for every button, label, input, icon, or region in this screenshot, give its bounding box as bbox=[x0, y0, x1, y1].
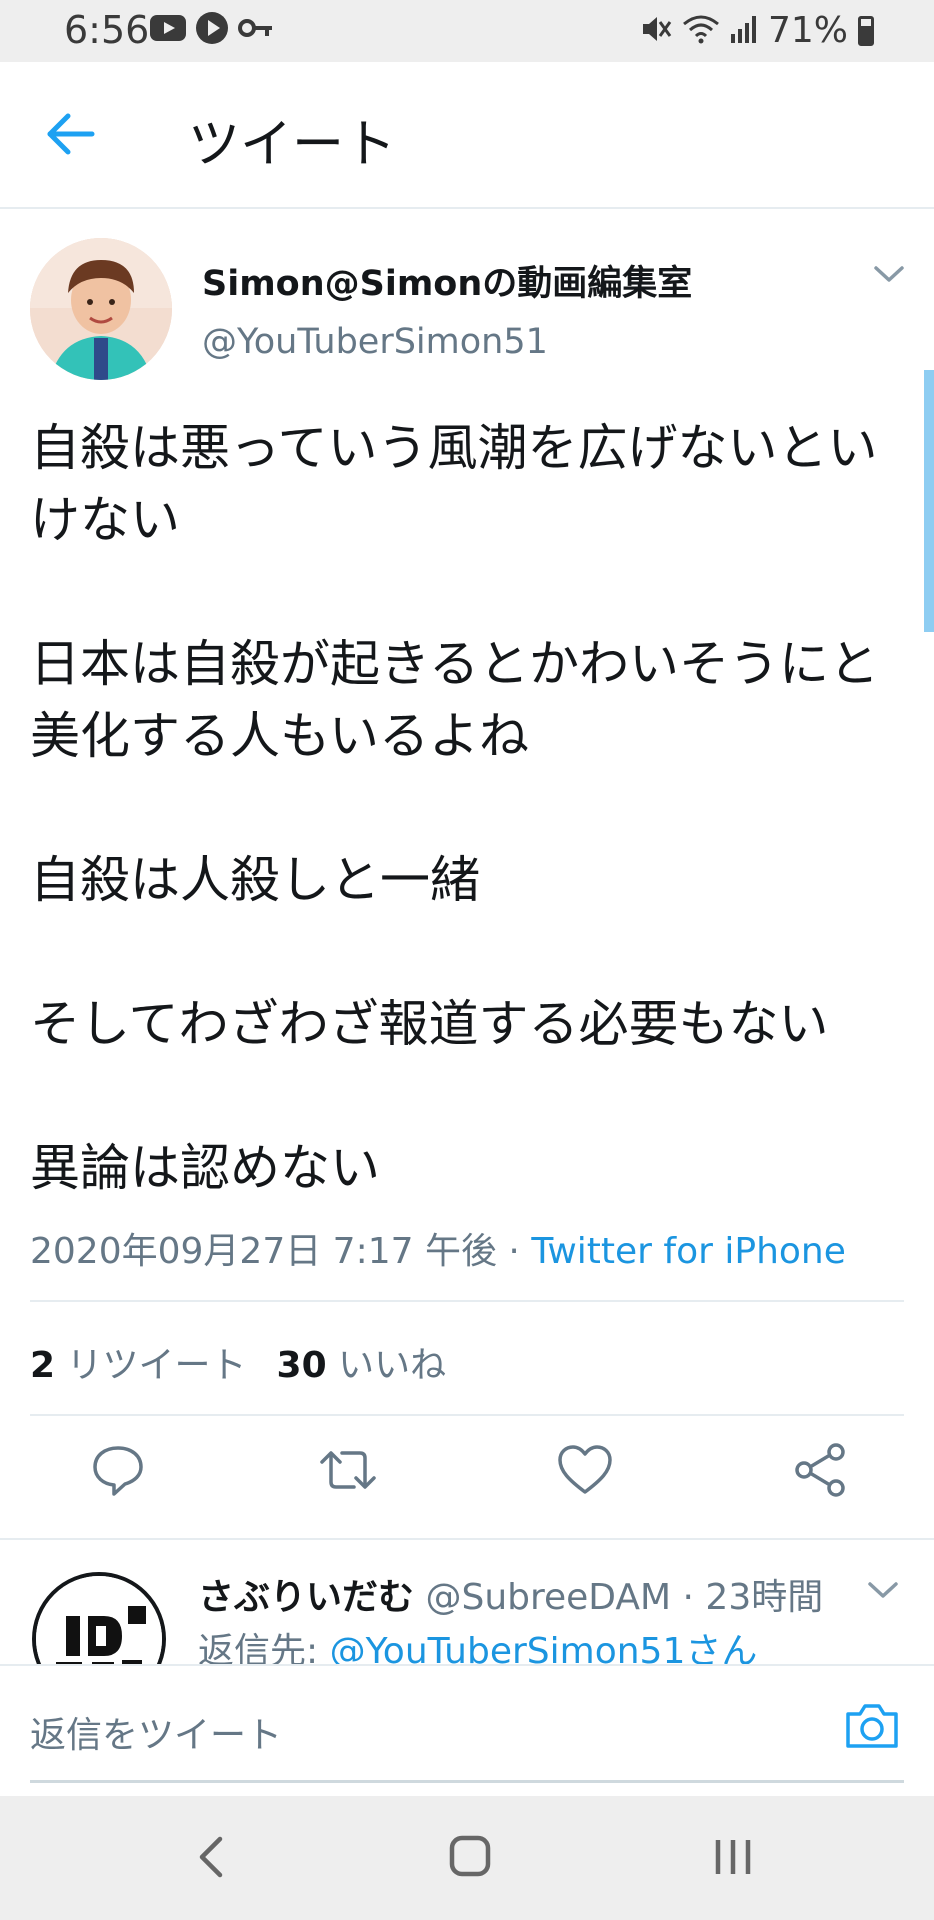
status-time: 6:56 bbox=[64, 8, 150, 52]
tweet-timestamp: 2020年09月27日 7:17 午後 bbox=[30, 1231, 497, 1272]
tweet-action-bar bbox=[0, 1440, 934, 1518]
notification-icons bbox=[150, 12, 274, 44]
likes-count: 30 bbox=[276, 1345, 327, 1386]
divider bbox=[30, 1300, 904, 1302]
youtube-icon bbox=[150, 15, 186, 41]
likes-stat[interactable]: 30 いいね bbox=[277, 1345, 447, 1386]
tweet-paragraph: 異論は認めない bbox=[30, 1139, 380, 1197]
likes-label: いいね bbox=[338, 1345, 447, 1386]
meta-separator: · bbox=[496, 1231, 532, 1272]
nav-recent-apps-icon[interactable] bbox=[710, 1836, 756, 1878]
chevron-down-icon[interactable] bbox=[866, 1578, 900, 1602]
tweet-paragraph: 自殺は人殺しと一緒 bbox=[30, 851, 480, 909]
reply-icon[interactable] bbox=[88, 1440, 148, 1500]
meta-separator: · bbox=[671, 1577, 706, 1618]
divider bbox=[0, 1538, 934, 1540]
retweets-count: 2 bbox=[30, 1345, 56, 1386]
reply-author-handle[interactable]: @SubreeDAM bbox=[425, 1577, 671, 1618]
app-header: ツイート bbox=[0, 62, 934, 209]
retweets-label: リツイート bbox=[66, 1345, 247, 1386]
nav-home-icon[interactable] bbox=[448, 1834, 492, 1878]
tweet-paragraph: そしてわざわざ報道する必要もない bbox=[30, 995, 829, 1053]
back-arrow-icon[interactable] bbox=[44, 110, 100, 158]
retweets-stat[interactable]: 2 リツイート bbox=[30, 1345, 247, 1386]
battery-percentage: 71% bbox=[767, 10, 848, 51]
tweet-paragraph: 日本は自殺が起きるとかわいそうにと美化する人もいるよね bbox=[30, 635, 879, 765]
author-name[interactable]: Simon@Simonの動画編集室 bbox=[202, 255, 692, 306]
reply-time: 23時間 bbox=[705, 1577, 824, 1618]
system-nav-bar bbox=[0, 1796, 934, 1920]
tweet-stats: 2 リツイート 30 いいね bbox=[30, 1336, 446, 1388]
retweet-icon[interactable] bbox=[318, 1440, 378, 1500]
reply-input[interactable]: 返信をツイート bbox=[30, 1706, 282, 1758]
battery-icon bbox=[858, 15, 874, 46]
compose-bar: 返信をツイート bbox=[0, 1664, 934, 1798]
mute-icon bbox=[640, 14, 672, 48]
reply-author-name[interactable]: さぶりいだむ bbox=[198, 1577, 414, 1618]
chevron-down-icon[interactable] bbox=[872, 262, 906, 286]
scrollbar-thumb[interactable] bbox=[924, 370, 934, 632]
system-icons: 71% bbox=[640, 10, 874, 51]
input-underline bbox=[30, 1780, 904, 1783]
share-icon[interactable] bbox=[790, 1440, 850, 1500]
nav-back-icon[interactable] bbox=[192, 1834, 232, 1880]
tweet-meta: 2020年09月27日 7:17 午後 · Twitter for iPhone bbox=[30, 1222, 846, 1274]
camera-icon[interactable] bbox=[844, 1700, 900, 1752]
tweet-text: 自殺は悪っていう風潮を広げないといけない 日本は自殺が起きるとかわいそうにと美化… bbox=[30, 412, 910, 1204]
key-icon bbox=[238, 16, 274, 40]
status-bar: 6:56 71% bbox=[0, 0, 934, 62]
tweet-source-link[interactable]: Twitter for iPhone bbox=[531, 1231, 846, 1272]
heart-icon[interactable] bbox=[555, 1440, 615, 1500]
page-title: ツイート bbox=[188, 115, 397, 175]
divider bbox=[30, 1414, 904, 1416]
signal-icon bbox=[730, 14, 758, 48]
author-avatar[interactable] bbox=[30, 238, 172, 380]
play-icon bbox=[196, 12, 228, 44]
wifi-icon bbox=[682, 14, 720, 48]
reply-header: さぶりいだむ @SubreeDAM · 23時間 bbox=[198, 1568, 823, 1620]
author-handle[interactable]: @YouTuberSimon51 bbox=[202, 322, 548, 362]
tweet-paragraph: 自殺は悪っていう風潮を広げないといけない bbox=[30, 419, 878, 549]
